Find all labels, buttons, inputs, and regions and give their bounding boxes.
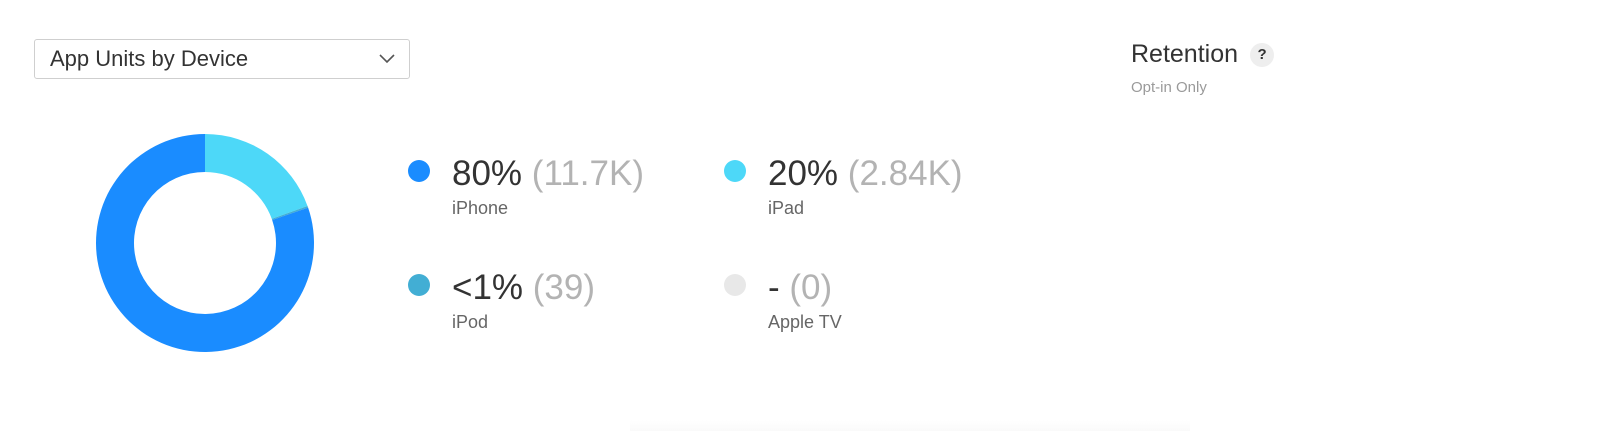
legend-name-iphone: iPhone [452, 198, 509, 218]
donut-slice-ipad [205, 134, 308, 219]
legend-name-apple-tv: Apple TV [768, 312, 842, 332]
legend-item-ipad: 20% (2.84K) iPad [724, 154, 1024, 234]
legend-name-ipod: iPod [452, 312, 489, 332]
retention-header: Retention ? [1131, 40, 1275, 69]
legend-value-apple-tv: - (0) [768, 268, 832, 308]
legend-item-ipod: <1% (39) iPod [408, 268, 708, 348]
legend-count-apple-tv: (0) [789, 268, 833, 307]
retention-subtitle: Opt-in Only [1131, 79, 1207, 96]
legend-percent-iphone: 80% [452, 154, 523, 193]
metric-select-label: App Units by Device [50, 46, 249, 71]
legend-value-ipad: 20% (2.84K) [768, 154, 963, 194]
legend-count-ipod: (39) [532, 268, 596, 307]
legend-dot-apple-tv [724, 274, 746, 296]
legend-item-iphone: 80% (11.7K) iPhone [408, 154, 708, 234]
legend-value-iphone: 80% (11.7K) [452, 154, 644, 194]
legend-dot-ipad [724, 160, 746, 182]
legend-name-ipad: iPad [768, 198, 805, 218]
legend-item-apple-tv: - (0) Apple TV [724, 268, 1024, 348]
legend-percent-ipod: <1% [452, 268, 524, 307]
retention-title: Retention [1131, 40, 1239, 68]
help-icon[interactable]: ? [1250, 42, 1275, 67]
legend-dot-ipod [408, 274, 430, 296]
device-donut-chart [96, 134, 314, 352]
legend-value-ipod: <1% (39) [452, 268, 595, 308]
legend-count-iphone: (11.7K) [531, 154, 644, 193]
metric-select[interactable]: App Units by Device [34, 39, 410, 79]
legend-dot-iphone [408, 160, 430, 182]
panel-bottom-shadow [630, 420, 1190, 431]
legend-count-ipad: (2.84K) [847, 154, 963, 193]
legend-percent-ipad: 20% [768, 154, 839, 193]
chevron-down-icon [379, 54, 395, 64]
legend-percent-apple-tv: - [768, 268, 780, 307]
